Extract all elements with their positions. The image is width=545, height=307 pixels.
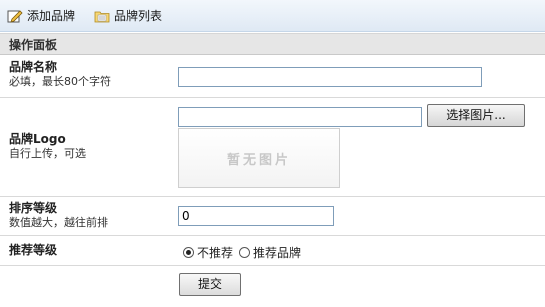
brand-list-link[interactable]: 品牌列表 <box>94 6 162 26</box>
toolbar: 添加品牌 品牌列表 <box>0 0 545 32</box>
radio-not-recommended[interactable]: 不推荐 <box>183 245 234 260</box>
brand-list-label: 品牌列表 <box>114 9 163 23</box>
sort-order-label-group: 排序等级 数值越大，越往前排 <box>9 202 108 230</box>
add-brand-label: 添加品牌 <box>27 9 76 23</box>
brand-logo-hint: 自行上传，可选 <box>9 147 86 160</box>
brand-logo-label-group: 品牌Logo 自行上传，可选 <box>9 133 86 161</box>
submit-button[interactable]: 提交 <box>179 273 241 296</box>
folder-list-icon <box>94 11 110 23</box>
panel-title: 操作面板 <box>0 33 545 55</box>
radio-not-recommended-label: 不推荐 <box>197 245 234 260</box>
brand-logo-label: 品牌Logo <box>9 132 66 146</box>
recommend-label-group: 推荐等级 <box>9 244 57 257</box>
pencil-edit-icon <box>7 10 23 23</box>
brand-name-label-group: 品牌名称 必填，最长80个字符 <box>9 61 111 89</box>
brand-name-label: 品牌名称 <box>9 60 58 74</box>
brand-name-input[interactable] <box>178 67 482 87</box>
radio-recommended[interactable]: 推荐品牌 <box>239 245 302 260</box>
sort-order-label: 排序等级 <box>9 201 58 215</box>
radio-recommended-label: 推荐品牌 <box>253 245 302 260</box>
recommend-label: 推荐等级 <box>9 243 58 257</box>
choose-image-button[interactable]: 选择图片... <box>427 104 525 127</box>
logo-preview: 暂无图片 <box>178 128 340 188</box>
radio-unselected-icon[interactable] <box>239 246 250 258</box>
logo-path-input[interactable] <box>178 107 422 127</box>
radio-selected-icon[interactable] <box>183 246 194 258</box>
sort-order-input[interactable] <box>178 206 334 226</box>
add-brand-link[interactable]: 添加品牌 <box>7 6 75 26</box>
brand-name-hint: 必填，最长80个字符 <box>9 75 111 88</box>
sort-order-hint: 数值越大，越往前排 <box>9 216 108 229</box>
no-image-placeholder: 暂无图片 <box>226 153 291 168</box>
